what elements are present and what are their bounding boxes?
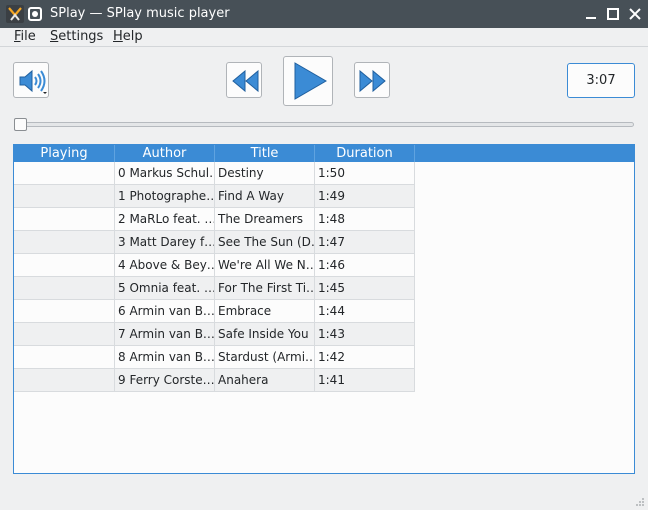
fast-forward-icon — [359, 69, 386, 93]
column-header-title[interactable]: Title — [215, 145, 315, 162]
table-row[interactable]: 7 Armin van B… Safe Inside You 1:43 — [14, 323, 415, 346]
app-window: SPlay — SPlay music player File Settings… — [0, 0, 648, 510]
cell-playing — [14, 300, 115, 322]
rewind-button[interactable] — [226, 62, 262, 98]
table-row[interactable]: 9 Ferry Corste… Anahera 1:41 — [14, 369, 415, 392]
menu-bar: File Settings Help — [0, 28, 648, 46]
playlist-table[interactable]: Playing Author Title Duration 0 Markus S… — [13, 144, 635, 474]
menu-help-label: elp — [122, 29, 143, 44]
cell-author: 8 Armin van B… — [115, 346, 215, 368]
cell-playing — [14, 185, 115, 207]
cell-title: Destiny — [215, 162, 315, 184]
maximize-button[interactable] — [604, 5, 622, 23]
keep-above-button[interactable] — [28, 7, 42, 21]
app-logo-icon[interactable] — [5, 4, 25, 24]
cell-title: Find A Way — [215, 185, 315, 207]
table-row[interactable]: 2 MaRLo feat. … The Dreamers 1:48 — [14, 208, 415, 231]
play-icon — [294, 62, 327, 100]
cell-author: 0 Markus Schul… — [115, 162, 215, 184]
column-header-duration[interactable]: Duration — [315, 145, 415, 162]
seek-slider-handle[interactable] — [14, 118, 27, 131]
cell-duration: 1:41 — [315, 369, 415, 391]
cell-duration: 1:48 — [315, 208, 415, 230]
cell-author: 2 MaRLo feat. … — [115, 208, 215, 230]
cell-duration: 1:42 — [315, 346, 415, 368]
cell-title: We're All We N… — [215, 254, 315, 276]
menu-settings[interactable]: Settings — [50, 28, 103, 45]
cell-author: 5 Omnia feat. … — [115, 277, 215, 299]
fast-forward-button[interactable] — [354, 62, 390, 98]
cell-duration: 1:45 — [315, 277, 415, 299]
cell-title: See The Sun (D… — [215, 231, 315, 253]
close-button[interactable] — [626, 5, 644, 23]
cell-title: The Dreamers — [215, 208, 315, 230]
cell-author: 4 Above & Bey… — [115, 254, 215, 276]
menu-separator — [0, 46, 648, 47]
table-row[interactable]: 3 Matt Darey f… See The Sun (D… 1:47 — [14, 231, 415, 254]
minimize-button[interactable] — [582, 5, 600, 23]
volume-button[interactable] — [13, 62, 49, 98]
seek-slider-track[interactable] — [17, 122, 634, 127]
menu-file[interactable]: File — [14, 28, 36, 45]
time-display-button[interactable]: 3:07 — [567, 63, 635, 98]
cell-author: 7 Armin van B… — [115, 323, 215, 345]
cell-author: 1 Photographe… — [115, 185, 215, 207]
cell-playing — [14, 254, 115, 276]
cell-title: Anahera — [215, 369, 315, 391]
cell-playing — [14, 369, 115, 391]
cell-playing — [14, 323, 115, 345]
table-row[interactable]: 6 Armin van B… Embrace 1:44 — [14, 300, 415, 323]
cell-duration: 1:50 — [315, 162, 415, 184]
cell-author: 9 Ferry Corste… — [115, 369, 215, 391]
rewind-icon — [232, 69, 259, 93]
cell-playing — [14, 162, 115, 184]
table-row[interactable]: 4 Above & Bey… We're All We N… 1:46 — [14, 254, 415, 277]
menu-file-label: ile — [20, 29, 36, 44]
cell-author: 3 Matt Darey f… — [115, 231, 215, 253]
resize-grip-icon[interactable] — [635, 497, 645, 507]
cell-playing — [14, 277, 115, 299]
cell-duration: 1:46 — [315, 254, 415, 276]
table-row[interactable]: 8 Armin van B… Stardust (Armi… 1:42 — [14, 346, 415, 369]
title-bar[interactable]: SPlay — SPlay music player — [0, 0, 648, 28]
cell-title: Safe Inside You — [215, 323, 315, 345]
menu-help-mnemonic: H — [113, 29, 123, 44]
table-row[interactable]: 5 Omnia feat. … For The First Ti… 1:45 — [14, 277, 415, 300]
table-header: Playing Author Title Duration — [14, 145, 634, 162]
menu-help[interactable]: Help — [113, 28, 143, 45]
cell-title: Stardust (Armi… — [215, 346, 315, 368]
cell-title: Embrace — [215, 300, 315, 322]
volume-icon — [19, 69, 47, 94]
cell-playing — [14, 208, 115, 230]
cell-playing — [14, 231, 115, 253]
cell-duration: 1:43 — [315, 323, 415, 345]
column-header-playing[interactable]: Playing — [14, 145, 115, 162]
cell-author: 6 Armin van B… — [115, 300, 215, 322]
cell-duration: 1:47 — [315, 231, 415, 253]
table-row[interactable]: 1 Photographe… Find A Way 1:49 — [14, 185, 415, 208]
menu-settings-label: ettings — [58, 29, 104, 44]
play-button[interactable] — [283, 56, 333, 106]
column-header-author[interactable]: Author — [115, 145, 215, 162]
table-row[interactable]: 0 Markus Schul… Destiny 1:50 — [14, 162, 415, 185]
cell-duration: 1:44 — [315, 300, 415, 322]
window-title: SPlay — SPlay music player — [50, 6, 230, 21]
cell-duration: 1:49 — [315, 185, 415, 207]
cell-title: For The First Ti… — [215, 277, 315, 299]
cell-playing — [14, 346, 115, 368]
